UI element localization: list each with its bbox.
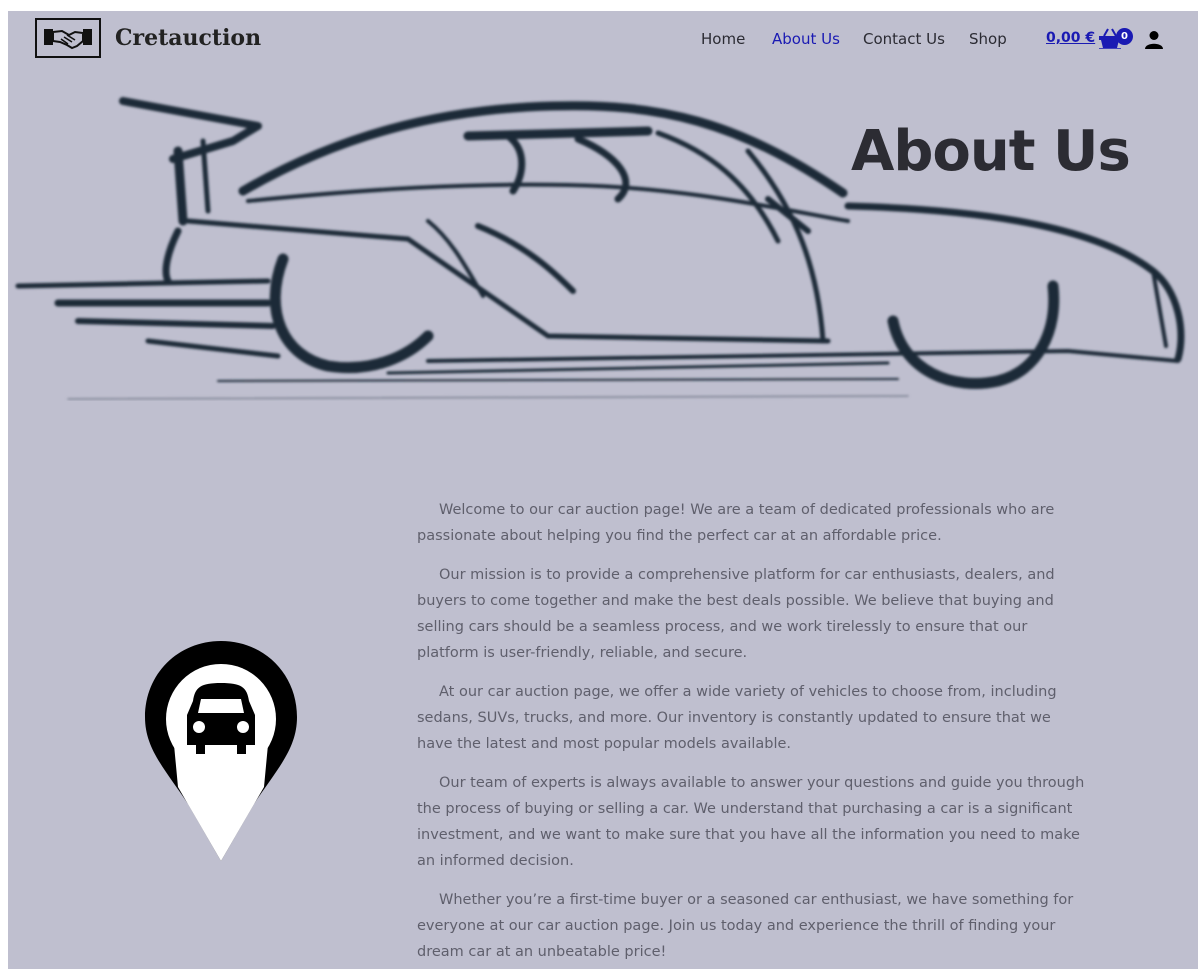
page-title: About Us [851, 119, 1131, 184]
paragraph: Whether you’re a first-time buyer or a s… [417, 892, 1074, 960]
nav-item-home[interactable]: Home [701, 30, 745, 48]
main-nav: Home About Us Contact Us Shop [8, 30, 1198, 54]
paragraph: Welcome to our car auction page! We are … [417, 502, 1055, 544]
paragraph: Our team of experts is always available … [417, 775, 1085, 869]
user-icon[interactable] [1144, 30, 1164, 50]
about-content: Welcome to our car auction page! We are … [417, 497, 1089, 969]
cart-count-badge: 0 [1116, 28, 1133, 45]
car-location-pin-icon [143, 639, 303, 865]
nav-item-about-us[interactable]: About Us [772, 30, 840, 48]
nav-item-contact-us[interactable]: Contact Us [863, 30, 945, 48]
hero-banner: About Us [8, 81, 1198, 401]
nav-item-shop[interactable]: Shop [969, 30, 1007, 48]
site-header: Cretauction Home About Us Contact Us Sho… [8, 11, 1198, 71]
page: Cretauction Home About Us Contact Us Sho… [8, 11, 1198, 969]
paragraph: At our car auction page, we offer a wide… [417, 684, 1057, 752]
paragraph: Our mission is to provide a comprehensiv… [417, 567, 1055, 661]
cart-total-link[interactable]: 0,00 € [1046, 30, 1095, 46]
